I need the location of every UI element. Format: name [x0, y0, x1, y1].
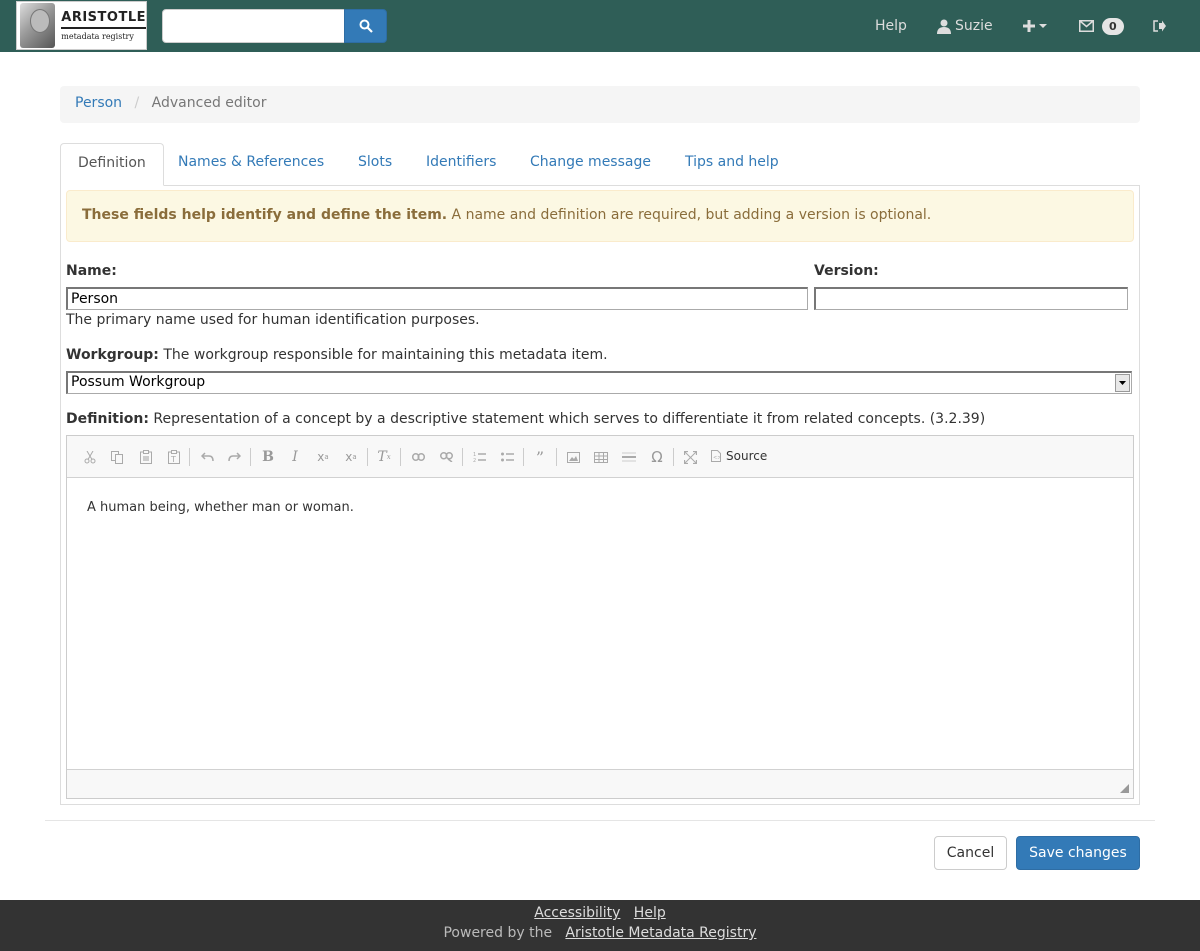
workgroup-selected-value: Possum Workgroup — [71, 374, 206, 390]
svg-text:T: T — [170, 455, 176, 464]
tab-definition[interactable]: Definition — [60, 143, 164, 186]
breadcrumb: Person / Advanced editor — [60, 86, 1140, 123]
image-icon[interactable] — [563, 447, 583, 467]
tab-change-message[interactable]: Change message — [513, 143, 668, 186]
version-label: Version: — [814, 263, 879, 279]
help-link[interactable]: Help — [875, 0, 907, 52]
breadcrumb-parent-link[interactable]: Person — [75, 95, 122, 111]
italic-icon[interactable]: I — [285, 447, 305, 467]
plus-icon — [1023, 20, 1035, 32]
horizontal-line-icon[interactable] — [619, 447, 639, 467]
maximize-icon[interactable] — [680, 447, 700, 467]
info-alert: These fields help identify and define th… — [66, 190, 1134, 242]
user-name: Suzie — [955, 18, 993, 34]
numbered-list-icon[interactable]: 12 — [469, 447, 489, 467]
source-label: Source — [726, 449, 768, 463]
tab-bar: Definition Names & References Slots Iden… — [60, 143, 1140, 186]
workgroup-select[interactable]: Possum Workgroup — [66, 371, 1132, 394]
notification-badge: 0 — [1102, 17, 1124, 35]
definition-editor-content[interactable]: A human being, whether man or woman. — [67, 478, 1133, 770]
definition-text: A human being, whether man or woman. — [87, 500, 354, 515]
workgroup-help: The workgroup responsible for maintainin… — [163, 347, 608, 363]
envelope-icon — [1079, 20, 1094, 32]
source-button[interactable]: <> Source — [711, 449, 767, 463]
editor-toolbar: T B I xa xa Tx 12 ” Ω <> Source — [67, 436, 1133, 478]
logo-subtitle: metadata registry — [61, 31, 134, 41]
logo-title: ARISTOTLE — [61, 11, 146, 29]
svg-text:2: 2 — [473, 458, 476, 463]
chevron-down-icon — [1039, 24, 1047, 28]
source-icon: <> — [711, 450, 721, 462]
alert-text: A name and definition are required, but … — [451, 207, 932, 223]
svg-text:<>: <> — [713, 455, 721, 461]
unlink-icon[interactable] — [436, 447, 456, 467]
name-help: The primary name used for human identifi… — [66, 312, 480, 328]
sign-out-icon — [1153, 20, 1166, 32]
paste-icon[interactable] — [136, 447, 156, 467]
footer-help-link[interactable]: Help — [634, 905, 666, 921]
tab-identifiers[interactable]: Identifiers — [409, 143, 513, 186]
subscript-icon[interactable]: xa — [313, 447, 333, 467]
definition-label-row: Definition: Representation of a concept … — [66, 411, 985, 427]
search-input[interactable] — [162, 9, 345, 43]
paste-text-icon[interactable]: T — [164, 447, 184, 467]
select-arrow-icon[interactable] — [1115, 374, 1130, 392]
create-menu[interactable] — [1023, 0, 1047, 52]
search-icon — [359, 19, 373, 33]
blockquote-icon[interactable]: ” — [530, 447, 550, 467]
special-character-icon[interactable]: Ω — [647, 447, 667, 467]
tab-slots[interactable]: Slots — [341, 143, 409, 186]
breadcrumb-separator: / — [134, 95, 140, 111]
tab-names-references[interactable]: Names & References — [161, 143, 341, 186]
version-field[interactable] — [814, 287, 1128, 310]
footer-powered-by: Powered by the — [443, 925, 553, 941]
user-icon — [937, 19, 951, 34]
logo-portrait — [20, 3, 56, 48]
footer-registry-link[interactable]: Aristotle Metadata Registry — [565, 925, 756, 941]
copy-icon[interactable] — [107, 447, 127, 467]
rich-text-editor: T B I xa xa Tx 12 ” Ω <> Source A human … — [66, 435, 1134, 799]
cut-icon[interactable] — [80, 447, 100, 467]
definition-help: Representation of a concept by a descrip… — [153, 411, 986, 427]
save-button[interactable]: Save changes — [1016, 836, 1140, 870]
name-field[interactable] — [66, 287, 808, 310]
editor-status-bar — [67, 769, 1133, 798]
tab-tips-help[interactable]: Tips and help — [668, 143, 796, 186]
bold-icon[interactable]: B — [258, 447, 278, 467]
bulleted-list-icon[interactable] — [497, 447, 517, 467]
resize-grip-icon[interactable] — [1120, 784, 1129, 793]
superscript-icon[interactable]: xa — [341, 447, 361, 467]
notifications-menu[interactable]: 0 — [1079, 0, 1124, 52]
redo-icon[interactable] — [224, 447, 244, 467]
alert-bold-text: These fields help identify and define th… — [82, 207, 448, 223]
link-icon[interactable] — [408, 447, 428, 467]
breadcrumb-current: Advanced editor — [151, 95, 267, 111]
workgroup-label-row: Workgroup: The workgroup responsible for… — [66, 347, 608, 363]
remove-format-icon[interactable]: Tx — [374, 447, 394, 467]
logout-button[interactable] — [1153, 0, 1166, 52]
navbar: ARISTOTLE metadata registry Help Suzie 0 — [0, 0, 1200, 52]
workgroup-label: Workgroup: — [66, 347, 159, 363]
page-footer: Accessibility Help Powered by the Aristo… — [0, 900, 1200, 951]
search-button[interactable] — [344, 9, 387, 43]
table-icon[interactable] — [591, 447, 611, 467]
definition-label: Definition: — [66, 411, 149, 427]
divider — [45, 820, 1155, 821]
footer-accessibility-link[interactable]: Accessibility — [534, 905, 620, 921]
logo[interactable]: ARISTOTLE metadata registry — [16, 1, 147, 50]
name-label: Name: — [66, 263, 117, 279]
undo-icon[interactable] — [197, 447, 217, 467]
user-menu[interactable]: Suzie — [937, 0, 993, 52]
cancel-button[interactable]: Cancel — [934, 836, 1007, 870]
